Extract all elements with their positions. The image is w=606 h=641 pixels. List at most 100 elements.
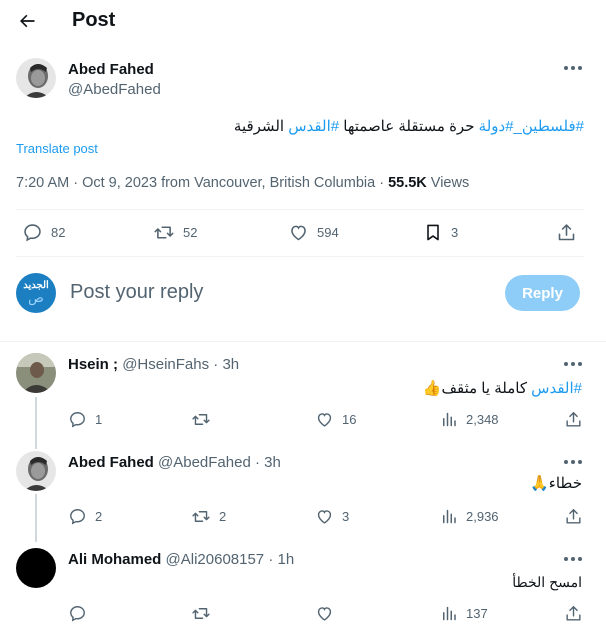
hashtag-link[interactable]: #دولة (479, 118, 514, 135)
author-name[interactable]: Hsein ; (68, 356, 118, 373)
current-user-avatar[interactable]: الجديد ص (16, 273, 56, 313)
views-count: 2,936 (466, 509, 499, 524)
like-button[interactable]: 16 (315, 410, 356, 429)
repost-button[interactable]: 2 (191, 507, 226, 526)
author-handle[interactable]: @Ali20608157 (166, 551, 265, 568)
reply-submit-button[interactable]: Reply (505, 275, 580, 311)
reply-input[interactable]: Post your reply (70, 281, 203, 304)
reply-icon (68, 507, 87, 526)
share-button[interactable] (564, 604, 583, 623)
author-handle[interactable]: @AbedFahed (68, 81, 161, 98)
reply-button[interactable]: 1 (68, 410, 102, 429)
like-button[interactable] (315, 604, 342, 623)
repost-icon (191, 507, 211, 526)
more-options-icon[interactable] (564, 66, 582, 70)
reply-count: 82 (51, 225, 66, 240)
bookmark-count: 3 (451, 225, 459, 240)
separator-dot: · (209, 356, 223, 373)
hashtag-link[interactable]: #القدس (531, 380, 582, 397)
like-count: 16 (342, 412, 357, 427)
hashtag-link[interactable]: #القدس (288, 118, 339, 135)
repost-button[interactable]: 52 (153, 222, 197, 243)
reply-timestamp[interactable]: 3h (264, 454, 281, 471)
views-count: 55.5K (388, 175, 427, 191)
heart-icon (315, 410, 334, 429)
thumbs-up-emoji: 👍 (422, 380, 442, 397)
avatar[interactable] (16, 58, 56, 98)
reply-button[interactable]: 2 (68, 507, 102, 526)
more-options-icon[interactable] (564, 362, 582, 366)
reply-timestamp[interactable]: 3h (222, 356, 239, 373)
reply-text-fragment: كاملة يا مثقف (441, 380, 532, 397)
share-button[interactable] (556, 222, 577, 243)
share-button[interactable] (564, 410, 583, 429)
avatar[interactable] (16, 353, 56, 393)
repost-button[interactable] (191, 604, 219, 623)
like-button[interactable]: 594 (288, 222, 339, 243)
repost-count: 2 (219, 509, 227, 524)
reply-text: #القدس كاملة يا مثقف👍 (68, 379, 582, 399)
hashtag-link[interactable]: #فلسطين_ (514, 118, 584, 135)
avatar[interactable] (16, 548, 56, 588)
praying-hands-emoji: 🙏 (530, 475, 549, 492)
reply-submit-label: Reply (522, 284, 563, 302)
share-button[interactable] (564, 507, 583, 526)
reply-count: 1 (95, 412, 103, 427)
reply-button[interactable] (68, 604, 95, 623)
views-button[interactable]: 137 (440, 604, 488, 623)
more-options-icon[interactable] (564, 460, 582, 464)
views-button[interactable]: 2,348 (440, 410, 499, 429)
views-chart-icon (440, 410, 458, 429)
post-text-fragment: الشرقية (233, 118, 289, 135)
reply-timestamp[interactable]: 1h (278, 551, 295, 568)
like-button[interactable]: 3 (315, 507, 349, 526)
heart-icon (288, 222, 309, 243)
translate-post-link[interactable]: Translate post (16, 141, 98, 156)
author-handle[interactable]: @HseinFahs (122, 356, 209, 373)
repost-icon (191, 410, 211, 429)
back-button[interactable] (14, 8, 40, 34)
share-icon (556, 222, 577, 243)
reply-text: خطاء🙏 (68, 474, 582, 494)
views-label: Views (426, 175, 470, 191)
divider (0, 341, 606, 342)
reply-icon (22, 222, 43, 243)
post-timestamp[interactable]: 7:20 AM · Oct 9, 2023 from Vancouver, Br… (16, 175, 388, 191)
post-text-fragment: حرة مستقلة عاصمتها (339, 118, 479, 135)
divider (16, 209, 584, 210)
views-chart-icon (440, 604, 458, 623)
reply-count: 2 (95, 509, 103, 524)
reply-header: Hsein ; @HseinFahs · 3h (68, 356, 239, 373)
separator-dot: · (264, 551, 278, 568)
share-icon (564, 410, 583, 429)
repost-icon (153, 222, 175, 243)
post-text: #فلسطين_#دولة حرة مستقلة عاصمتها #القدس … (16, 117, 584, 137)
more-options-icon[interactable] (564, 557, 582, 561)
reply-header: Ali Mohamed @Ali20608157 · 1h (68, 551, 294, 568)
author-handle[interactable]: @AbedFahed (158, 454, 251, 471)
bookmark-icon (423, 222, 443, 243)
repost-icon (191, 604, 211, 623)
reply-header: Abed Fahed @AbedFahed · 3h (68, 454, 281, 471)
author-name[interactable]: Abed Fahed (68, 454, 154, 471)
divider (16, 256, 584, 257)
bookmark-button[interactable]: 3 (423, 222, 458, 243)
reply-button[interactable]: 82 (22, 222, 65, 243)
reply-icon (68, 604, 87, 623)
views-count: 2,348 (466, 412, 499, 427)
author-name[interactable]: Abed Fahed (68, 61, 154, 78)
avatar-logo-text: ص (28, 290, 44, 305)
thread-line (35, 494, 37, 542)
reply-text-fragment: خطاء (548, 475, 582, 492)
reply-text: امسح الخطأ (68, 572, 582, 592)
author-name[interactable]: Ali Mohamed (68, 551, 161, 568)
separator-dot: · (250, 454, 265, 471)
heart-icon (315, 507, 334, 526)
views-button[interactable]: 2,936 (440, 507, 499, 526)
repost-count: 52 (183, 225, 198, 240)
post-meta: 7:20 AM · Oct 9, 2023 from Vancouver, Br… (16, 175, 469, 191)
thread-line (35, 397, 37, 449)
repost-button[interactable] (191, 410, 219, 429)
views-count: 137 (466, 606, 488, 621)
avatar[interactable] (16, 451, 56, 491)
